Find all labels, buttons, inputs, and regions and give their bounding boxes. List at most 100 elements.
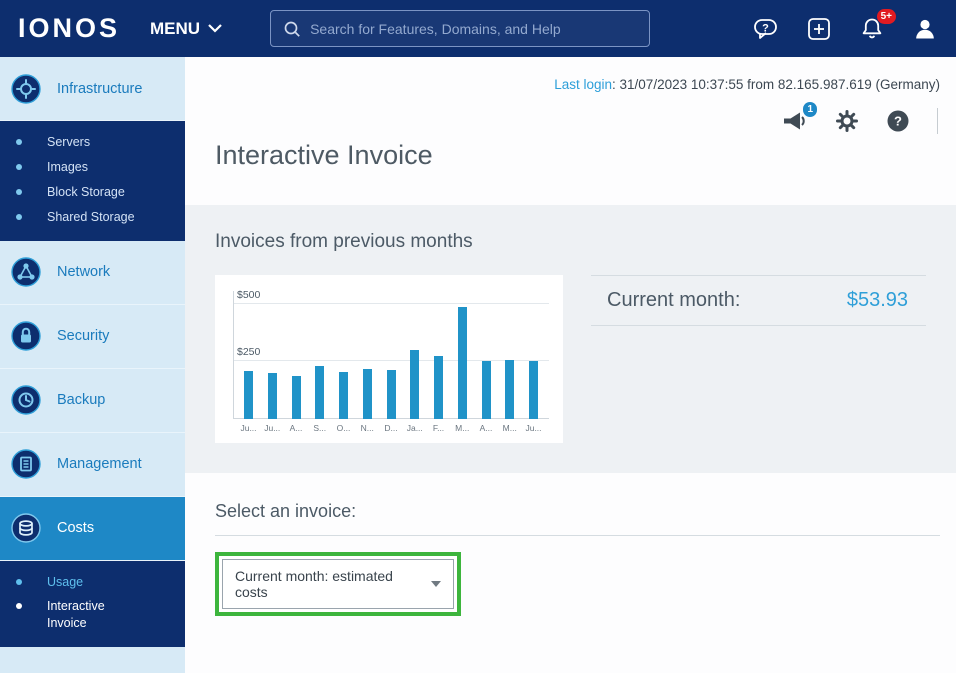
announcements-megaphone-icon[interactable]: 1 bbox=[781, 102, 817, 133]
chart-bar-group: Ju... bbox=[523, 291, 544, 435]
select-invoice-heading: Select an invoice: bbox=[215, 501, 940, 536]
annotation-highlight: Current month: estimated costs bbox=[215, 552, 461, 616]
chart-bar bbox=[457, 307, 467, 419]
megaphone-badge: 1 bbox=[803, 102, 817, 117]
chart-x-label: Ju... bbox=[264, 423, 281, 433]
toolbar-divider bbox=[937, 108, 938, 134]
ionos-logo[interactable]: IONOS bbox=[18, 13, 120, 44]
chart-bar bbox=[481, 361, 491, 419]
backup-clock-icon bbox=[11, 385, 41, 415]
notifications-bell-icon[interactable]: 5+ bbox=[859, 8, 896, 42]
search-icon bbox=[284, 21, 300, 37]
sidebar-subitem-servers[interactable]: Servers bbox=[0, 130, 185, 155]
help-chat-icon[interactable]: ? bbox=[752, 16, 779, 42]
sidebar-item-infrastructure[interactable]: Infrastructure bbox=[0, 57, 185, 121]
bullet-icon bbox=[16, 163, 22, 170]
sidebar-subitem-interactive-invoice[interactable]: Interactive Invoice bbox=[0, 594, 185, 636]
menu-button[interactable]: MENU bbox=[150, 19, 222, 39]
sidebar-item-security[interactable]: Security bbox=[0, 305, 185, 369]
last-login-bar: Last login: 31/07/2023 10:37:55 from 82.… bbox=[185, 57, 956, 92]
sidebar-item-costs[interactable]: Costs bbox=[0, 496, 185, 561]
costs-coins-icon bbox=[11, 513, 41, 543]
chart-x-label: F... bbox=[432, 423, 445, 433]
chart-bar bbox=[244, 371, 253, 419]
chart-bar-group: M... bbox=[499, 291, 520, 435]
chart-x-label: A... bbox=[289, 423, 303, 433]
sidebar-item-label: Network bbox=[57, 264, 111, 280]
top-navbar: IONOS MENU ? 5+ bbox=[0, 0, 956, 57]
chart-bar-group: A... bbox=[476, 291, 497, 435]
navbar-icons: ? 5+ bbox=[752, 8, 938, 42]
help-circle-icon[interactable]: ? bbox=[886, 109, 910, 133]
page-title: Interactive Invoice bbox=[215, 140, 433, 170]
svg-text:?: ? bbox=[762, 22, 769, 34]
invoices-bar-chart: $500 $250 Ju... Ju... A... S... O... N... D...… bbox=[215, 275, 563, 443]
chart-bar bbox=[434, 356, 443, 419]
main-content: Last login: 31/07/2023 10:37:55 from 82.… bbox=[185, 57, 956, 673]
chart-bar-group: Ju... bbox=[238, 291, 259, 435]
chart-bar bbox=[505, 360, 515, 419]
chart-bar-group: F... bbox=[428, 291, 449, 435]
settings-gear-icon[interactable] bbox=[835, 109, 859, 133]
management-document-icon bbox=[11, 449, 41, 479]
chart-bar-group: Ju... bbox=[262, 291, 283, 435]
last-login-link[interactable]: Last login bbox=[554, 77, 612, 92]
current-month-label: Current month: bbox=[607, 289, 741, 311]
chart-bar bbox=[410, 350, 420, 419]
chart-bar bbox=[529, 361, 538, 419]
bullet-icon bbox=[16, 603, 22, 610]
infrastructure-icon bbox=[11, 73, 41, 104]
menu-label: MENU bbox=[150, 18, 201, 38]
chart-bar-group: Ja... bbox=[404, 291, 425, 435]
infrastructure-subnav: Servers Images Block Storage Shared Stor… bbox=[0, 121, 185, 241]
bullet-icon bbox=[16, 188, 22, 195]
bell-badge: 5+ bbox=[876, 8, 896, 24]
sidebar-item-label: Infrastructure bbox=[57, 80, 143, 97]
app-root: IONOS MENU ? 5+ bbox=[0, 0, 956, 673]
chart-x-label: O... bbox=[336, 423, 351, 433]
chart-x-label: A... bbox=[479, 423, 493, 433]
sidebar-subitem-usage[interactable]: Usage bbox=[0, 570, 185, 595]
chart-bar bbox=[339, 372, 348, 419]
add-panel-icon[interactable] bbox=[806, 16, 832, 42]
chart-x-label: M... bbox=[455, 423, 470, 433]
sidebar-subitem-images[interactable]: Images bbox=[0, 155, 185, 180]
current-month-row: Current month: $53.93 bbox=[591, 275, 926, 326]
costs-subnav: Usage Interactive Invoice bbox=[0, 560, 185, 648]
chart-bar bbox=[386, 370, 396, 419]
sidebar-item-label: Management bbox=[57, 456, 142, 472]
invoice-select-dropdown[interactable]: Current month: estimated costs bbox=[222, 559, 454, 609]
chart-x-label: D... bbox=[384, 423, 398, 433]
chart-bar bbox=[362, 369, 372, 419]
sidebar-subitem-shared-storage[interactable]: Shared Storage bbox=[0, 205, 185, 230]
chart-bar-group: M... bbox=[452, 291, 473, 435]
sidebar-item-label: Backup bbox=[57, 392, 106, 408]
chart-bar-group: A... bbox=[286, 291, 307, 435]
bullet-icon bbox=[16, 578, 22, 585]
invoice-select-value: Current month: estimated costs bbox=[235, 568, 393, 600]
chart-bar-group: S... bbox=[309, 291, 330, 435]
svg-text:?: ? bbox=[894, 114, 902, 129]
chart-x-label: Ja... bbox=[406, 423, 423, 433]
security-lock-icon bbox=[11, 321, 41, 351]
user-account-icon[interactable] bbox=[912, 16, 938, 42]
sidebar-item-management[interactable]: Management bbox=[0, 433, 185, 497]
chart-bar bbox=[267, 373, 277, 419]
page-toolbar: 1 ? bbox=[185, 92, 956, 134]
search-bar[interactable] bbox=[270, 10, 651, 47]
chart-x-label: Ju... bbox=[240, 423, 257, 433]
select-invoice-section: Select an invoice: Current month: estima… bbox=[185, 473, 956, 616]
sidebar-item-network[interactable]: Network bbox=[0, 241, 185, 305]
current-month-value: $53.93 bbox=[846, 289, 908, 311]
sidebar-subitem-block-storage[interactable]: Block Storage bbox=[0, 180, 185, 205]
search-input[interactable] bbox=[310, 20, 638, 37]
chart-x-label: M... bbox=[502, 423, 517, 433]
sidebar-item-label: Security bbox=[57, 328, 110, 344]
sidebar: Infrastructure Servers Images Block Stor… bbox=[0, 57, 185, 673]
bullet-icon bbox=[16, 213, 22, 220]
chart-bar-group: N... bbox=[357, 291, 378, 435]
sidebar-item-backup[interactable]: Backup bbox=[0, 369, 185, 433]
bullet-icon bbox=[16, 139, 22, 145]
last-login-text: : 31/07/2023 10:37:55 from 82.165.987.61… bbox=[612, 77, 940, 92]
chart-x-label: N... bbox=[360, 423, 374, 433]
